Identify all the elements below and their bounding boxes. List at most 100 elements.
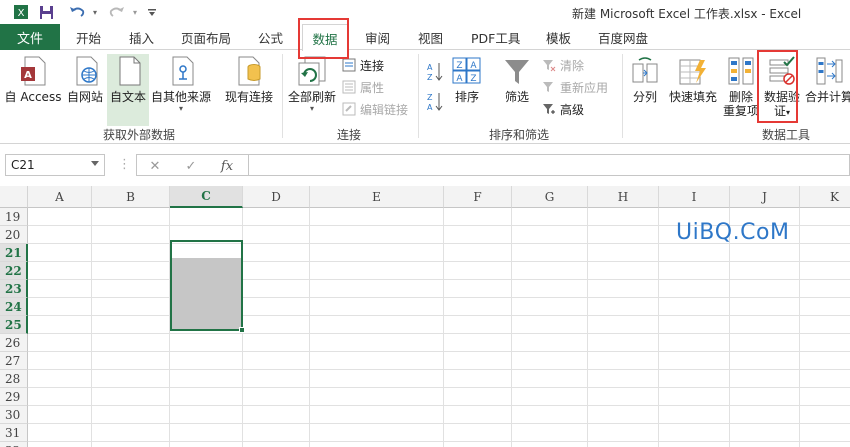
tab-page-layout[interactable]: 页面布局 [181, 24, 231, 50]
row-header-22[interactable]: 22 [0, 262, 28, 280]
refresh-all-button[interactable]: 全部刷新 ▾ [286, 54, 338, 113]
customize-icon[interactable] [146, 3, 158, 21]
existing-connections-icon [234, 54, 264, 88]
from-other-sources-button[interactable]: 自其他来源 ▾ [149, 54, 213, 113]
consolidate-icon [814, 54, 844, 88]
column-header-b[interactable]: B [92, 186, 170, 208]
select-all-corner[interactable] [0, 186, 28, 208]
chevron-down-icon[interactable] [91, 161, 99, 166]
clear-filter-icon [541, 57, 557, 73]
column-gridline [309, 208, 310, 447]
tab-formulas[interactable]: 公式 [258, 24, 283, 50]
clear-button[interactable]: 清除 [541, 55, 584, 75]
text-file-icon [113, 54, 143, 88]
svg-text:Z: Z [427, 73, 433, 82]
group-label-data-tools: 数据工具 [762, 128, 811, 142]
formula-input[interactable] [248, 154, 850, 176]
group-label-get-external-data: 获取外部数据 [103, 128, 176, 142]
row-header-27[interactable]: 27 [0, 352, 28, 370]
reapply-button[interactable]: 重新应用 [541, 77, 608, 97]
redo-icon[interactable] [106, 3, 128, 21]
chevron-down-icon: ▾ [309, 104, 314, 113]
fill-handle[interactable] [239, 327, 245, 333]
remove-duplicates-button[interactable]: 删除 重复项 [721, 54, 761, 118]
undo-icon[interactable] [66, 3, 88, 21]
advanced-button[interactable]: 高级 [541, 99, 584, 119]
existing-connections-button[interactable]: 现有连接 [221, 54, 277, 105]
row-header-21[interactable]: 21 [0, 244, 28, 262]
row-gridline [28, 369, 850, 370]
row-header-24[interactable]: 24 [0, 298, 28, 316]
row-header-26[interactable]: 26 [0, 334, 28, 352]
svg-text:X: X [18, 8, 25, 19]
refresh-all-icon [297, 54, 327, 88]
group-label-sort-filter: 排序和筛选 [489, 128, 550, 142]
sort-az-icon: AZ [425, 61, 445, 83]
undo-dropdown-icon[interactable]: ▾ [90, 3, 100, 21]
sort-descending-button[interactable]: ZA [425, 90, 448, 114]
column-header-e[interactable]: E [310, 186, 444, 208]
text-to-columns-button[interactable]: 分列 [627, 54, 663, 105]
advanced-filter-icon [541, 101, 557, 117]
column-header-c[interactable]: C [170, 186, 243, 208]
tab-view[interactable]: 视图 [418, 24, 443, 50]
edit-links-button[interactable]: 编辑链接 [341, 99, 408, 119]
column-gridline [587, 208, 588, 447]
column-header-a[interactable]: A [28, 186, 92, 208]
row-header-29[interactable]: 29 [0, 388, 28, 406]
row-header-23[interactable]: 23 [0, 280, 28, 298]
filter-button[interactable]: 筛选 [499, 54, 535, 105]
row-header-25[interactable]: 25 [0, 316, 28, 334]
properties-button[interactable]: 属性 [341, 77, 384, 97]
cancel-icon[interactable]: ✕ [145, 158, 165, 174]
column-header-k[interactable]: K [800, 186, 850, 208]
tab-insert[interactable]: 插入 [129, 24, 154, 50]
edit-links-icon [341, 101, 357, 117]
column-header-g[interactable]: G [512, 186, 588, 208]
enter-icon[interactable]: ✓ [181, 158, 201, 174]
group-separator [622, 54, 623, 138]
tab-baidu-netdisk[interactable]: 百度网盘 [598, 24, 648, 50]
save-icon[interactable] [37, 3, 55, 21]
excel-logo-icon: X [12, 3, 30, 21]
row-header-32[interactable]: 32 [0, 442, 28, 447]
sort-ascending-button[interactable]: AZ [425, 60, 448, 84]
group-separator [282, 54, 283, 138]
sort-button[interactable]: ZAAZ 排序 [449, 54, 485, 105]
tab-review[interactable]: 审阅 [365, 24, 390, 50]
column-header-f[interactable]: F [444, 186, 512, 208]
data-validation-button[interactable]: 数据验 证▾ [761, 54, 803, 120]
redo-dropdown-icon[interactable]: ▾ [130, 3, 140, 21]
column-header-j[interactable]: J [730, 186, 800, 208]
tab-file[interactable]: 文件 [0, 24, 60, 50]
tab-home[interactable]: 开始 [76, 24, 101, 50]
row-gridline [28, 315, 850, 316]
row-header-20[interactable]: 20 [0, 226, 28, 244]
from-web-button[interactable]: 自网站 [64, 54, 106, 105]
row-header-28[interactable]: 28 [0, 370, 28, 388]
row-header-31[interactable]: 31 [0, 424, 28, 442]
svg-text:A: A [427, 103, 433, 112]
column-header-i[interactable]: I [659, 186, 730, 208]
insert-function-icon[interactable]: fx [217, 158, 237, 174]
tab-templates[interactable]: 模板 [546, 24, 571, 50]
row-header-30[interactable]: 30 [0, 406, 28, 424]
flash-fill-button[interactable]: 快速填充 [667, 54, 719, 105]
connections-button[interactable]: 连接 [341, 55, 384, 75]
column-gridline [443, 208, 444, 447]
from-access-button[interactable]: A 自 Access [3, 54, 63, 105]
row-header-19[interactable]: 19 [0, 208, 28, 226]
ribbon: A 自 Access 自网站 自文本 自其他来源 ▾ 现有连接 获取外部数据 全… [0, 50, 850, 144]
tab-pdf-tools[interactable]: PDF工具 [471, 24, 520, 50]
filter-icon [502, 54, 532, 88]
name-box[interactable]: C21 [5, 154, 105, 176]
from-text-button[interactable]: 自文本 [107, 54, 149, 126]
row-gridline [28, 297, 850, 298]
column-header-h[interactable]: H [588, 186, 659, 208]
watermark: UiBQ.CoM [676, 220, 790, 245]
window-title: 新建 Microsoft Excel 工作表.xlsx - Excel [572, 7, 802, 21]
consolidate-button[interactable]: 合并计算 [804, 54, 850, 105]
reapply-icon [541, 79, 557, 95]
tab-data[interactable]: 数据 [302, 24, 348, 51]
column-header-d[interactable]: D [243, 186, 310, 208]
